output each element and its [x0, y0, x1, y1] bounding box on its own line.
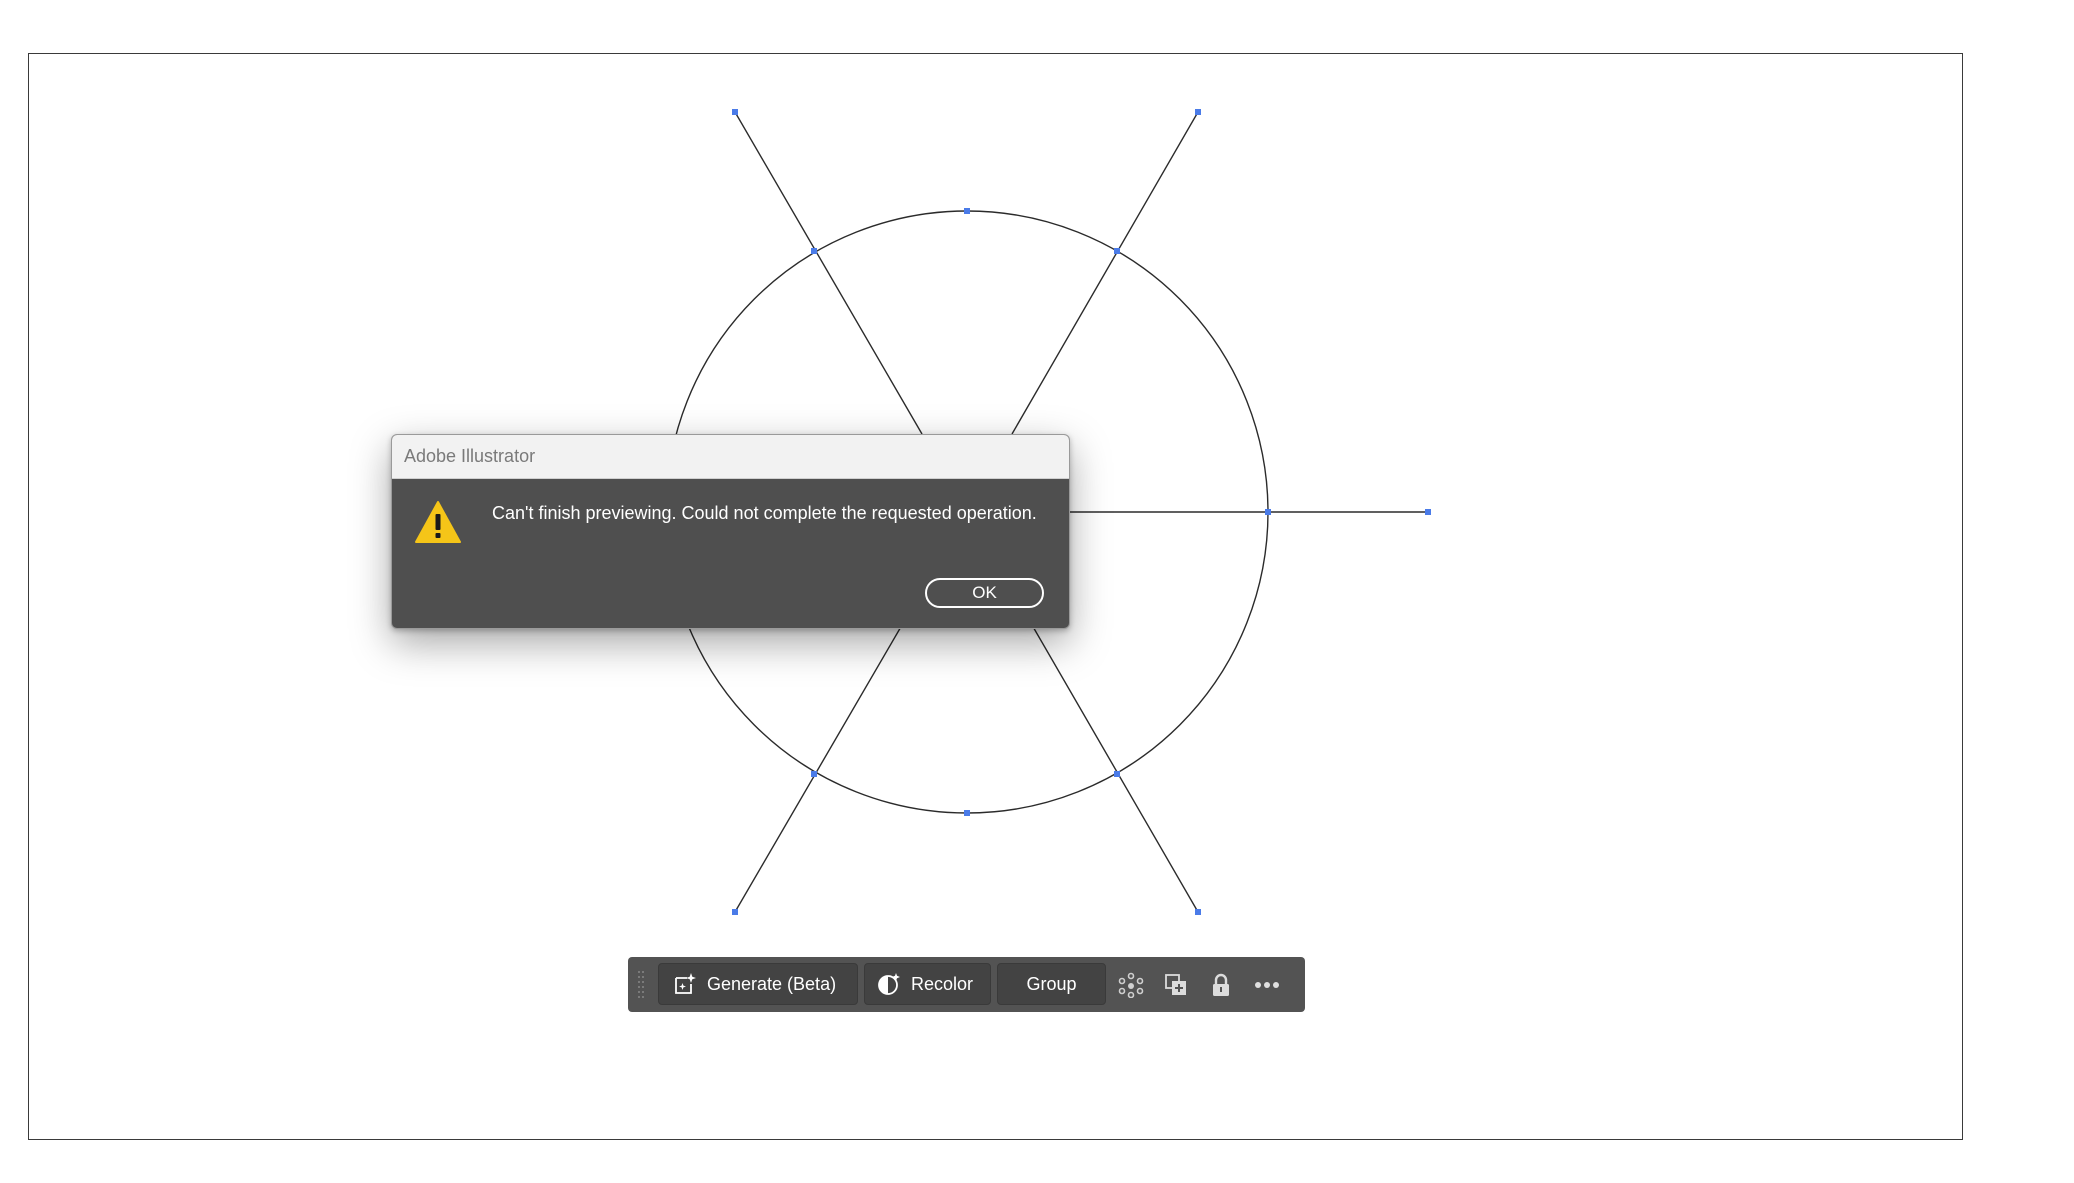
anchor-point[interactable]: [964, 208, 970, 214]
group-button[interactable]: Group: [997, 963, 1106, 1005]
recolor-icon: [878, 973, 900, 995]
arrange-icon: [1165, 974, 1186, 995]
recolor-button[interactable]: Recolor: [864, 963, 991, 1005]
spoke-line-lower-left[interactable]: [734, 624, 903, 913]
recolor-label: Recolor: [911, 973, 974, 994]
anchor-point[interactable]: [811, 248, 817, 254]
isolate-icon: [1118, 972, 1144, 998]
warning-icon: [415, 501, 461, 543]
anchor-point[interactable]: [1425, 509, 1431, 515]
arrange-button[interactable]: [1161, 970, 1191, 1000]
drag-handle-icon[interactable]: [638, 971, 644, 999]
more-options-icon: [1255, 982, 1279, 988]
illustrator-canvas[interactable]: Adobe Illustrator Can't finish previewin…: [0, 0, 2074, 1183]
alert-dialog: Adobe Illustrator Can't finish previewin…: [391, 434, 1070, 629]
generate-beta-label: Generate (Beta): [707, 973, 837, 994]
spoke-line-upper-left[interactable]: [734, 111, 923, 435]
lock-button[interactable]: [1206, 970, 1236, 1000]
generate-sparkle-icon: [675, 973, 696, 994]
anchor-point[interactable]: [1195, 109, 1201, 115]
ok-button[interactable]: OK: [925, 578, 1044, 608]
anchor-point[interactable]: [964, 810, 970, 816]
anchor-point[interactable]: [1114, 771, 1120, 777]
lock-icon: [1213, 973, 1229, 996]
anchor-point[interactable]: [1195, 909, 1201, 915]
anchor-point[interactable]: [1265, 509, 1271, 515]
spoke-line-upper-right[interactable]: [1011, 111, 1199, 435]
dialog-title: Adobe Illustrator: [404, 446, 536, 466]
anchor-point[interactable]: [732, 909, 738, 915]
anchor-point[interactable]: [811, 771, 817, 777]
isolate-button[interactable]: [1116, 970, 1146, 1000]
contextual-task-bar: Generate (Beta) Recolor Group: [628, 957, 1305, 1012]
dialog-body: Can't finish previewing. Could not compl…: [392, 479, 1069, 628]
dialog-message: Can't finish previewing. Could not compl…: [492, 503, 1037, 523]
generate-beta-button[interactable]: Generate (Beta): [658, 963, 858, 1005]
spoke-line-lower-right[interactable]: [1031, 624, 1199, 913]
anchor-point[interactable]: [732, 109, 738, 115]
dialog-titlebar[interactable]: Adobe Illustrator: [392, 435, 1069, 479]
group-label: Group: [1026, 973, 1077, 994]
more-options-button[interactable]: [1252, 970, 1282, 1000]
anchor-point[interactable]: [1114, 248, 1120, 254]
